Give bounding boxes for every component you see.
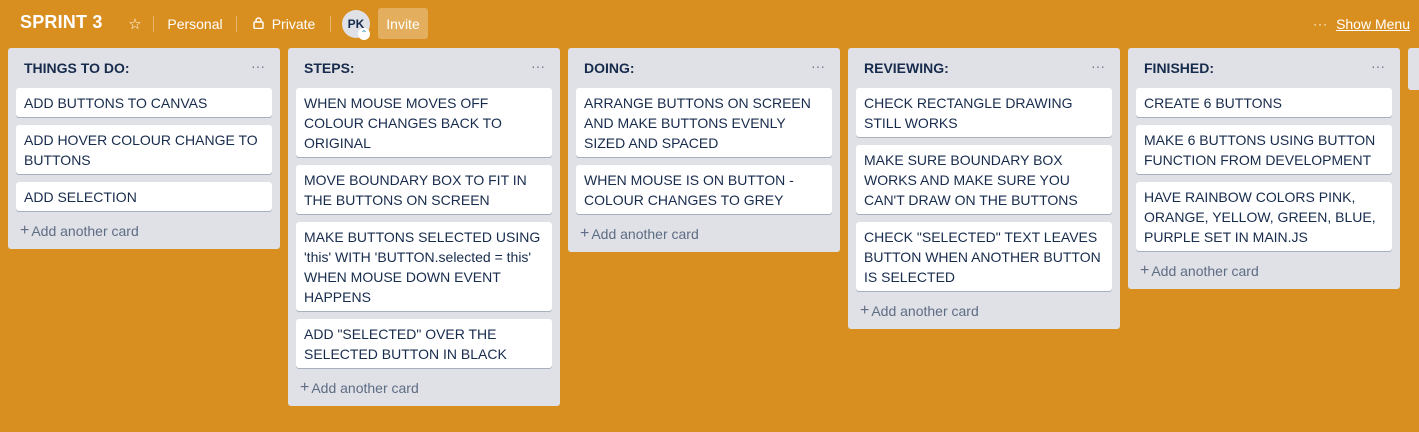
card-container: ARRANGE BUTTONS ON SCREEN AND MAKE BUTTO… [568, 88, 840, 214]
add-card-label: Add another card [311, 380, 419, 396]
card-container: CHECK RECTANGLE DRAWING STILL WORKS MAKE… [848, 88, 1120, 291]
next-list-edge [1408, 48, 1419, 90]
list-menu-icon[interactable]: ··· [1368, 58, 1388, 78]
add-card-label: Add another card [1151, 263, 1259, 279]
list-header[interactable]: DOING: ··· [568, 48, 840, 88]
add-card-label: Add another card [591, 226, 699, 242]
more-dots-icon: ··· [1313, 17, 1329, 31]
list-reviewing: REVIEWING: ··· CHECK RECTANGLE DRAWING S… [848, 48, 1120, 329]
card[interactable]: ARRANGE BUTTONS ON SCREEN AND MAKE BUTTO… [576, 88, 832, 157]
invite-button[interactable]: Invite [378, 8, 428, 39]
card[interactable]: CHECK RECTANGLE DRAWING STILL WORKS [856, 88, 1112, 137]
card-container: CREATE 6 BUTTONS MAKE 6 BUTTONS USING BU… [1128, 88, 1400, 251]
card[interactable]: MAKE 6 BUTTONS USING BUTTON FUNCTION FRO… [1136, 125, 1392, 174]
list-title[interactable]: STEPS: [304, 60, 355, 76]
show-menu-label: Show Menu [1336, 16, 1410, 32]
card-container: ADD BUTTONS TO CANVAS ADD HOVER COLOUR C… [8, 88, 280, 211]
plus-icon: + [20, 222, 30, 239]
list-menu-icon[interactable]: ··· [1088, 58, 1108, 78]
card[interactable]: MOVE BOUNDARY BOX TO FIT IN THE BUTTONS … [296, 165, 552, 214]
list-title[interactable]: THINGS TO DO: [24, 60, 130, 76]
board-title[interactable]: SPRINT 3 [20, 12, 103, 33]
star-button[interactable]: ☆ [122, 9, 148, 39]
plus-icon: + [1140, 262, 1150, 279]
card[interactable]: CREATE 6 BUTTONS [1136, 88, 1392, 117]
header-divider [330, 16, 331, 32]
header-divider [153, 16, 154, 32]
private-label: Private [271, 16, 316, 32]
add-card-button[interactable]: + Add another card [568, 220, 840, 252]
card[interactable]: HAVE RAINBOW COLORS PINK, ORANGE, YELLOW… [1136, 182, 1392, 251]
card[interactable]: ADD SELECTION [16, 182, 272, 211]
list-menu-icon[interactable]: ··· [808, 58, 828, 78]
card[interactable]: WHEN MOUSE IS ON BUTTON - COLOUR CHANGES… [576, 165, 832, 214]
visibility-private-button[interactable]: Private [244, 9, 324, 39]
add-card-label: Add another card [31, 223, 139, 239]
list-menu-icon[interactable]: ··· [528, 58, 548, 78]
personal-label: Personal [167, 16, 223, 32]
star-icon: ☆ [128, 16, 142, 33]
list-header[interactable]: STEPS: ··· [288, 48, 560, 88]
lock-icon [253, 16, 264, 32]
card[interactable]: MAKE BUTTONS SELECTED USING 'this' WITH … [296, 222, 552, 311]
add-card-button[interactable]: + Add another card [848, 297, 1120, 329]
list-header[interactable]: THINGS TO DO: ··· [8, 48, 280, 88]
list-title[interactable]: FINISHED: [1144, 60, 1214, 76]
card[interactable]: ADD HOVER COLOUR CHANGE TO BUTTONS [16, 125, 272, 174]
list-steps: STEPS: ··· WHEN MOUSE MOVES OFF COLOUR C… [288, 48, 560, 406]
plus-icon: + [580, 225, 590, 242]
list-menu-icon[interactable]: ··· [248, 58, 268, 78]
admin-chevron-icon: ⌃ [358, 28, 370, 40]
list-doing: DOING: ··· ARRANGE BUTTONS ON SCREEN AND… [568, 48, 840, 252]
show-menu-button[interactable]: ··· Show Menu [1304, 9, 1410, 39]
add-card-button[interactable]: + Add another card [8, 217, 280, 249]
list-header[interactable]: REVIEWING: ··· [848, 48, 1120, 88]
add-card-button[interactable]: + Add another card [1128, 257, 1400, 289]
card[interactable]: ADD "SELECTED" OVER THE SELECTED BUTTON … [296, 319, 552, 368]
list-finished: FINISHED: ··· CREATE 6 BUTTONS MAKE 6 BU… [1128, 48, 1400, 289]
list-title[interactable]: REVIEWING: [864, 60, 949, 76]
list-header[interactable]: FINISHED: ··· [1128, 48, 1400, 88]
card[interactable]: WHEN MOUSE MOVES OFF COLOUR CHANGES BACK… [296, 88, 552, 157]
card[interactable]: MAKE SURE BOUNDARY BOX WORKS AND MAKE SU… [856, 145, 1112, 214]
list-things-to-do: THINGS TO DO: ··· ADD BUTTONS TO CANVAS … [8, 48, 280, 249]
card[interactable]: ADD BUTTONS TO CANVAS [16, 88, 272, 117]
board-header: SPRINT 3 ☆ Personal Private PK ⌃ Invite … [0, 0, 1419, 48]
plus-icon: + [860, 302, 870, 319]
add-card-label: Add another card [871, 303, 979, 319]
add-card-button[interactable]: + Add another card [288, 374, 560, 406]
team-personal-button[interactable]: Personal [160, 9, 230, 39]
card[interactable]: CHECK "SELECTED" TEXT LEAVES BUTTON WHEN… [856, 222, 1112, 291]
list-title[interactable]: DOING: [584, 60, 635, 76]
card-container: WHEN MOUSE MOVES OFF COLOUR CHANGES BACK… [288, 88, 560, 368]
header-divider [236, 16, 237, 32]
plus-icon: + [300, 379, 310, 396]
